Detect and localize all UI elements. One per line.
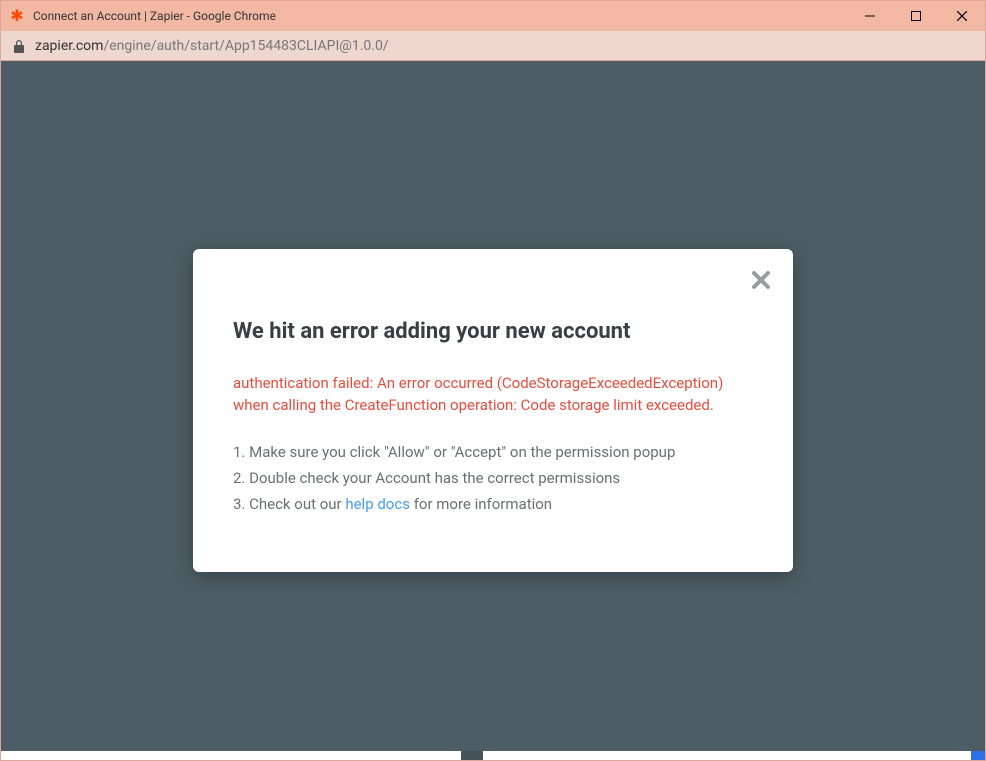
window-controls (847, 1, 985, 31)
modal-error-message: authentication failed: An error occurred… (233, 372, 753, 417)
modal-steps: 1. Make sure you click "Allow" or "Accep… (233, 439, 753, 518)
lock-icon (13, 39, 25, 53)
window-title: Connect an Account | Zapier - Google Chr… (33, 9, 847, 23)
url-path: /engine/auth/start/App154483CLIAPI@1.0.0… (103, 38, 388, 54)
close-window-button[interactable] (939, 1, 985, 31)
address-bar[interactable]: zapier.com/engine/auth/start/App154483CL… (1, 31, 985, 61)
step-3-suffix: for more information (410, 495, 552, 513)
minimize-button[interactable] (847, 1, 893, 31)
close-icon (751, 270, 771, 290)
zapier-favicon-icon: ✱ (9, 8, 25, 24)
maximize-icon (911, 11, 921, 21)
step-1: 1. Make sure you click "Allow" or "Accep… (233, 439, 753, 465)
page-content: We hit an error adding your new account … (1, 61, 985, 760)
window-titlebar: ✱ Connect an Account | Zapier - Google C… (1, 1, 985, 31)
help-docs-link[interactable]: help docs (345, 495, 410, 513)
modal-close-button[interactable] (751, 269, 771, 295)
chrome-window: ✱ Connect an Account | Zapier - Google C… (0, 0, 986, 761)
error-modal: We hit an error adding your new account … (193, 249, 793, 573)
maximize-button[interactable] (893, 1, 939, 31)
bottom-strip (1, 751, 985, 760)
step-3: 3. Check out our help docs for more info… (233, 491, 753, 517)
step-2: 2. Double check your Account has the cor… (233, 465, 753, 491)
modal-title: We hit an error adding your new account (233, 319, 753, 344)
url-domain: zapier.com (35, 38, 103, 54)
close-icon (957, 11, 967, 21)
minimize-icon (865, 11, 875, 21)
step-3-prefix: 3. Check out our (233, 495, 345, 513)
